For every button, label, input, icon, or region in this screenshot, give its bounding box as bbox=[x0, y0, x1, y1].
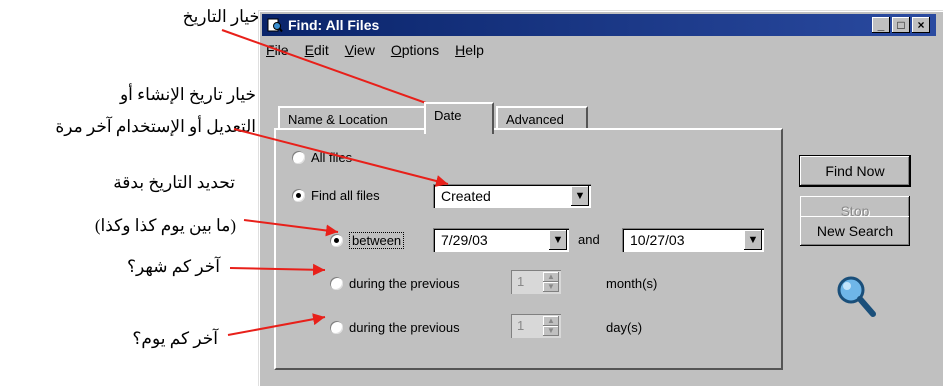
new-search-button[interactable]: New Search bbox=[800, 216, 910, 246]
find-all-files-radio[interactable] bbox=[292, 189, 305, 202]
previous-months-label: during the previous bbox=[349, 276, 460, 291]
window-title: Find: All Files bbox=[288, 17, 380, 33]
annotation-created-modified-1: خيار تاريخ الإنشاء أو bbox=[119, 85, 256, 104]
close-button[interactable]: × bbox=[912, 17, 930, 33]
and-label: and bbox=[578, 232, 600, 247]
spin-down-icon[interactable]: ▼ bbox=[543, 282, 559, 292]
between-from-date[interactable]: 7/29/03 ▼ bbox=[433, 228, 569, 252]
months-unit: month(s) bbox=[606, 276, 658, 291]
between-label: between bbox=[349, 232, 405, 249]
between-from-value: 7/29/03 bbox=[441, 232, 488, 248]
find-window: Find: All Files _ □ × File Edit View Opt… bbox=[258, 10, 943, 386]
spin-up-icon[interactable]: ▲ bbox=[543, 316, 559, 326]
menu-edit[interactable]: Edit bbox=[305, 42, 329, 58]
spin-down-icon[interactable]: ▼ bbox=[543, 326, 559, 336]
maximize-button[interactable]: □ bbox=[892, 17, 910, 33]
months-spinner[interactable]: 1 ▲ ▼ bbox=[511, 270, 561, 294]
all-files-option[interactable]: All files bbox=[292, 150, 352, 165]
all-files-label: All files bbox=[311, 150, 353, 165]
spin-up-icon[interactable]: ▲ bbox=[543, 272, 559, 282]
days-unit: day(s) bbox=[606, 320, 643, 335]
annotation-date-option: خيار التاريخ bbox=[182, 7, 260, 26]
previous-days-option[interactable]: during the previous bbox=[330, 320, 460, 335]
between-to-date[interactable]: 10/27/03 ▼ bbox=[622, 228, 764, 252]
between-radio[interactable] bbox=[330, 234, 343, 247]
tab-date[interactable]: Date bbox=[424, 102, 494, 134]
menu-help[interactable]: Help bbox=[455, 42, 484, 58]
previous-days-radio[interactable] bbox=[330, 321, 343, 334]
menu-bar: File Edit View Options Help bbox=[266, 42, 484, 58]
dropdown-arrow-icon[interactable]: ▼ bbox=[571, 186, 589, 206]
annotation-date-range-1: تحديد التاريخ بدقة bbox=[113, 173, 235, 192]
previous-months-radio[interactable] bbox=[330, 277, 343, 290]
find-all-files-option[interactable]: Find all files bbox=[292, 188, 380, 203]
months-value: 1 bbox=[517, 274, 525, 289]
menu-file[interactable]: File bbox=[266, 42, 289, 58]
previous-days-label: during the previous bbox=[349, 320, 460, 335]
annotation-date-range-2: (ما بين يوم كذا وكذا) bbox=[94, 216, 236, 235]
all-files-radio[interactable] bbox=[292, 151, 305, 164]
days-value: 1 bbox=[517, 318, 525, 333]
menu-options[interactable]: Options bbox=[391, 42, 439, 58]
annotation-last-days: آخر كم يوم؟ bbox=[132, 329, 218, 348]
between-option[interactable]: between bbox=[330, 232, 405, 249]
days-spinner[interactable]: 1 ▲ ▼ bbox=[511, 314, 561, 338]
find-all-files-label: Find all files bbox=[311, 188, 380, 203]
find-window-icon bbox=[267, 18, 283, 33]
date-panel: All files Find all files Created ▼ betwe… bbox=[274, 128, 783, 370]
find-now-button[interactable]: Find Now bbox=[799, 155, 911, 187]
date-type-value: Created bbox=[441, 188, 491, 204]
dropdown-arrow-icon[interactable]: ▼ bbox=[549, 230, 567, 250]
annotation-last-months: آخر كم شهر؟ bbox=[126, 257, 220, 276]
magnifier-icon bbox=[837, 276, 876, 317]
dropdown-arrow-icon[interactable]: ▼ bbox=[744, 230, 762, 250]
minimize-button[interactable]: _ bbox=[872, 17, 890, 33]
title-bar[interactable]: Find: All Files _ □ × bbox=[262, 14, 936, 36]
previous-months-option[interactable]: during the previous bbox=[330, 276, 460, 291]
date-type-select[interactable]: Created ▼ bbox=[433, 184, 591, 208]
menu-view[interactable]: View bbox=[345, 42, 375, 58]
annotation-created-modified-2: التعديل أو الإستخدام آخر مرة bbox=[55, 117, 256, 136]
between-to-value: 10/27/03 bbox=[630, 232, 685, 248]
